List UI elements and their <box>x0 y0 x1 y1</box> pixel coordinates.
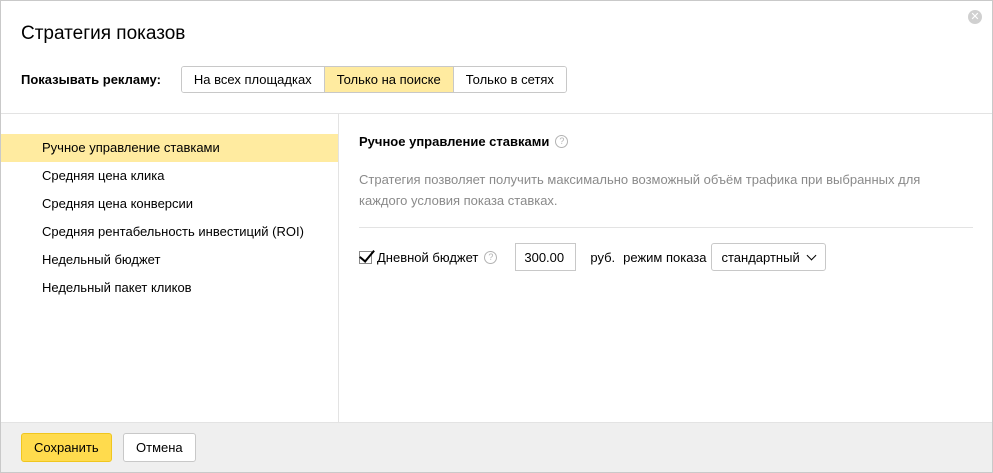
sidebar-item-avg-roi[interactable]: Средняя рентабельность инвестиций (ROI) <box>1 218 338 246</box>
placement-segmented-control: На всех площадках Только на поиске Тольк… <box>180 66 567 93</box>
daily-budget-row: Дневной бюджет ? руб. режим показа станд… <box>359 243 826 271</box>
strategy-details: Ручное управление ставками ? Стратегия п… <box>340 114 992 423</box>
sidebar-item-weekly-clicks[interactable]: Недельный пакет кликов <box>1 274 338 302</box>
sidebar-item-avg-cpa[interactable]: Средняя цена конверсии <box>1 190 338 218</box>
placement-all-button[interactable]: На всех площадках <box>181 67 325 92</box>
placement-search-button[interactable]: Только на поиске <box>324 67 454 92</box>
show-ads-label: Показывать рекламу: <box>21 72 161 87</box>
daily-budget-label: Дневной бюджет <box>377 249 479 265</box>
display-mode-value: стандартный <box>721 249 800 265</box>
sidebar-item-avg-cpc[interactable]: Средняя цена клика <box>1 162 338 190</box>
divider <box>359 227 973 228</box>
help-icon[interactable]: ? <box>484 250 498 264</box>
daily-budget-input[interactable] <box>515 243 577 271</box>
strategy-description: Стратегия позволяет получить максимально… <box>359 172 921 208</box>
help-icon[interactable]: ? <box>555 135 569 148</box>
dialog-footer: Сохранить Отмена <box>1 422 992 472</box>
strategy-sidebar: Ручное управление ставками Средняя цена … <box>1 114 339 423</box>
display-mode-label: режим показа <box>623 249 707 265</box>
sidebar-item-weekly-budget[interactable]: Недельный бюджет <box>1 246 338 274</box>
show-ads-row: Показывать рекламу: На всех площадках То… <box>21 66 567 93</box>
placement-networks-button[interactable]: Только в сетях <box>453 67 566 92</box>
save-button[interactable]: Сохранить <box>21 433 112 462</box>
strategy-title-text: Ручное управление ставками <box>359 134 550 149</box>
chevron-down-icon <box>806 250 817 260</box>
display-mode-select[interactable]: стандартный <box>710 243 826 271</box>
daily-budget-checkbox[interactable] <box>359 250 372 264</box>
strategy-dialog: ✕ Стратегия показов Показывать рекламу: … <box>0 0 993 473</box>
close-icon[interactable]: ✕ <box>968 10 982 24</box>
dialog-title: Стратегия показов <box>21 23 186 44</box>
sidebar-item-manual-bids[interactable]: Ручное управление ставками <box>1 134 338 162</box>
strategy-title: Ручное управление ставками ? <box>359 134 569 149</box>
currency-label: руб. <box>590 249 616 265</box>
cancel-button[interactable]: Отмена <box>123 433 196 462</box>
